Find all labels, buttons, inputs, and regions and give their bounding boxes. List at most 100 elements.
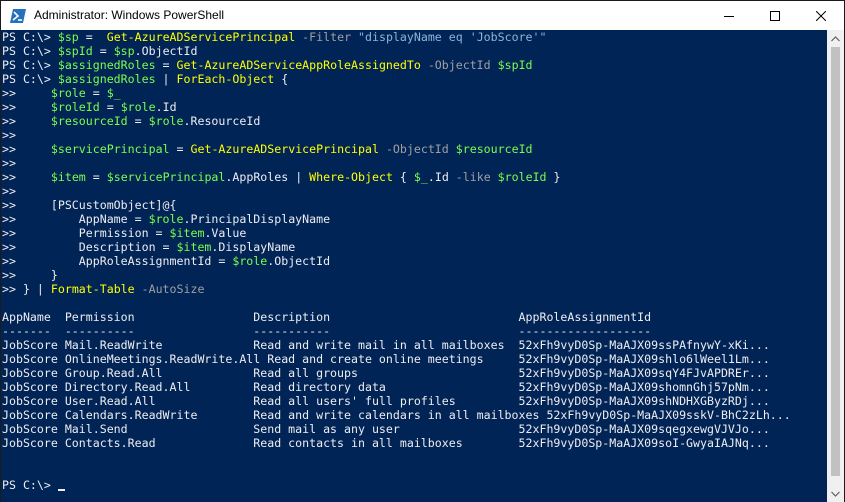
minimize-button[interactable]: [706, 1, 752, 30]
console-token: =: [85, 86, 107, 100]
chevron-down-icon: [831, 491, 840, 497]
console-token: $role: [148, 114, 184, 128]
console-token: JobScore Contacts.Read Read contacts in …: [2, 436, 770, 450]
console-line: JobScore Directory.Read.All Read directo…: [2, 380, 791, 394]
console-token: {: [392, 170, 414, 184]
console-line: >> [PSCustomObject]@{: [2, 198, 791, 212]
console-token: .DisplayName: [211, 240, 296, 254]
console-line: >>: [2, 184, 791, 198]
console-token: >> } |: [2, 282, 51, 296]
console-token: >> }: [2, 268, 58, 282]
console-token: $assignedRoles: [57, 72, 156, 86]
console-token: JobScore OnlineMeetings.ReadWrite.All Re…: [2, 352, 770, 366]
console-token: >>: [2, 184, 16, 198]
console-token: .Id: [155, 100, 177, 114]
powershell-window: Administrator: Windows PowerShell PS C:\…: [0, 0, 845, 502]
console-token: .AppRoles |: [225, 170, 310, 184]
console-token: $spId: [57, 44, 93, 58]
console-token: PS C:\>: [2, 58, 58, 72]
console-token: $spId: [497, 58, 533, 72]
title-bar[interactable]: Administrator: Windows PowerShell: [1, 1, 844, 30]
console-line: >> Permission = $item.Value: [2, 226, 791, 240]
console-token: |: [155, 72, 177, 86]
console-token: $roleId: [497, 170, 547, 184]
console-line: >>: [2, 128, 791, 142]
console-lines: PS C:\> $sp = Get-AzureADServicePrincipa…: [2, 30, 791, 492]
console-token: >>: [2, 100, 51, 114]
console-line: AppName Permission Description AppRoleAs…: [2, 310, 791, 324]
console-line: >> } | Format-Table -AutoSize: [2, 282, 791, 296]
console-token: =: [127, 114, 149, 128]
console-token: ------- ---------- ----------- ---------…: [2, 324, 652, 338]
console-token: >>: [2, 142, 51, 156]
console-token: JobScore Group.Read.All Read all groups …: [2, 366, 770, 380]
console-token: =: [78, 30, 100, 44]
scrollbar-thumb[interactable]: [831, 47, 840, 476]
console-token: .ResourceId: [183, 114, 261, 128]
console-output[interactable]: PS C:\> $sp = Get-AzureADServicePrincipa…: [1, 30, 827, 502]
console-token: JobScore Mail.Send Send mail as any user…: [2, 422, 770, 436]
console-line: >>: [2, 156, 791, 170]
text-cursor: [57, 489, 65, 491]
console-line: JobScore OnlineMeetings.ReadWrite.All Re…: [2, 352, 791, 366]
vertical-scrollbar[interactable]: [827, 30, 844, 502]
console-token: >>: [2, 86, 51, 100]
console-token: $assignedRoles: [57, 58, 156, 72]
console-token: .PrincipalDisplayName: [183, 212, 331, 226]
window-title: Administrator: Windows PowerShell: [34, 8, 225, 22]
console-token: =: [155, 58, 177, 72]
console-line: >> $servicePrincipal = Get-AzureADServic…: [2, 142, 791, 156]
minimize-icon: [724, 15, 734, 17]
console-token: $role: [120, 100, 156, 114]
close-button[interactable]: [798, 1, 844, 30]
console-token: }: [546, 170, 561, 184]
console-token: >> Description =: [2, 240, 177, 254]
scroll-up-button[interactable]: [827, 30, 844, 47]
console-token: >>: [2, 156, 16, 170]
console-token: .ObjectId: [267, 254, 331, 268]
console-token: PS C:\>: [2, 72, 58, 86]
scroll-down-button[interactable]: [827, 485, 844, 502]
console-token: $servicePrincipal: [50, 142, 170, 156]
console-token: "displayName eq 'JobScore'": [358, 30, 547, 44]
console-token: $roleId: [50, 100, 100, 114]
console-token: Format-Table: [50, 282, 135, 296]
console-token: PS C:\>: [2, 478, 58, 492]
console-token: =: [169, 142, 191, 156]
powershell-icon: [10, 8, 26, 23]
console-token: -like: [455, 170, 498, 184]
console-token: {: [274, 72, 289, 86]
console-token: $resourceId: [50, 114, 128, 128]
console-line: JobScore Group.Read.All Read all groups …: [2, 366, 791, 380]
console-line: JobScore Mail.Send Send mail as any user…: [2, 422, 791, 436]
console-line: PS C:\> $sp = Get-AzureADServicePrincipa…: [2, 30, 791, 44]
console-token: $item: [169, 226, 205, 240]
chevron-up-icon: [831, 35, 840, 41]
console-token: -ObjectId: [378, 142, 456, 156]
console-token: >> AppRoleAssignmentId =: [2, 254, 233, 268]
console-token: $_: [106, 86, 121, 100]
console-token: JobScore Calendars.ReadWrite Read and wr…: [2, 408, 791, 422]
maximize-icon: [770, 10, 780, 21]
console-line: >> $roleId = $role.Id: [2, 100, 791, 114]
console-token: Get-AzureADServicePrincipal: [190, 142, 379, 156]
console-token: $role: [232, 254, 268, 268]
console-token: Where-Object: [309, 170, 393, 184]
console-token: =: [92, 44, 114, 58]
console-line: >> AppRoleAssignmentId = $role.ObjectId: [2, 254, 791, 268]
console-token: >> Permission =: [2, 226, 170, 240]
console-token: -Filter: [295, 30, 359, 44]
console-token: -ObjectId: [420, 58, 498, 72]
console-token: $servicePrincipal: [106, 170, 226, 184]
console-token: $role: [148, 212, 184, 226]
console-token: JobScore Mail.ReadWrite Read and write m…: [2, 338, 770, 352]
maximize-button[interactable]: [752, 1, 798, 30]
console-line: JobScore Mail.ReadWrite Read and write m…: [2, 338, 791, 352]
console-token: Get-AzureADServiceAppRoleAssignedTo: [176, 58, 421, 72]
console-line: ------- ---------- ----------- ---------…: [2, 324, 791, 338]
console-token: AppName Permission Description AppRoleAs…: [2, 310, 652, 324]
console-line: JobScore User.Read.All Read all users' f…: [2, 394, 791, 408]
console-line: PS C:\>: [2, 478, 791, 492]
